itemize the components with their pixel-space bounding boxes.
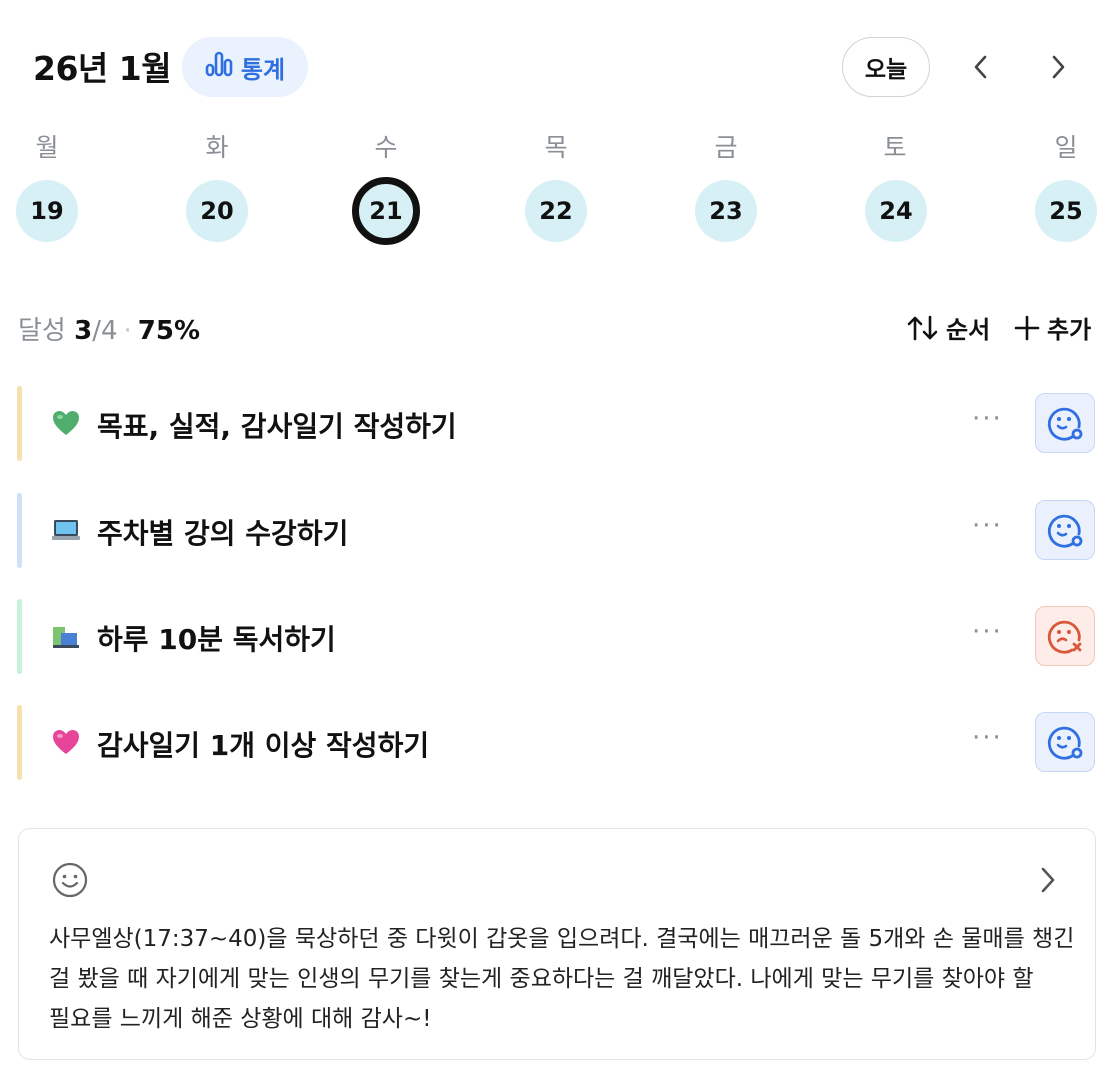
day-25[interactable]: 25 xyxy=(1035,180,1097,242)
more-options-icon[interactable]: ··· xyxy=(972,723,1003,753)
sad-x-icon xyxy=(1047,620,1082,654)
habit-label: 주차별 강의 수강하기 xyxy=(97,517,349,550)
dow-mon: 월 xyxy=(35,133,59,162)
laptop-icon xyxy=(52,520,80,540)
day-19[interactable]: 19 xyxy=(16,180,78,242)
day-24[interactable]: 24 xyxy=(865,180,927,242)
status-success-button[interactable] xyxy=(1035,393,1095,453)
more-options-icon[interactable]: ··· xyxy=(972,511,1003,541)
status-success-button[interactable] xyxy=(1035,500,1095,560)
dow-fri: 금 xyxy=(714,133,738,162)
more-options-icon[interactable]: ··· xyxy=(972,404,1003,434)
habit-label: 감사일기 1개 이상 작성하기 xyxy=(97,729,430,762)
habit-color-bar xyxy=(17,599,22,674)
day-20[interactable]: 20 xyxy=(186,180,248,242)
bar-chart-icon xyxy=(205,51,233,83)
habit-label: 하루 10분 독서하기 xyxy=(97,623,336,656)
smile-check-icon xyxy=(1047,514,1083,548)
dow-wed: 수 xyxy=(374,133,398,162)
stats-label: 통계 xyxy=(240,55,286,84)
page-title: 26년 1월 xyxy=(33,49,172,88)
prev-week-button[interactable] xyxy=(961,37,1001,97)
note-text: 사무엘상(17:37~40)을 묵상하던 중 다윗이 갑옷을 입으려다. 결국에… xyxy=(49,926,1075,1032)
plus-icon xyxy=(1014,315,1040,340)
summary-percent: 75% xyxy=(137,316,201,346)
summary-label: 달성 xyxy=(18,316,66,346)
smile-check-icon xyxy=(1047,726,1083,760)
books-icon xyxy=(53,627,79,648)
habit-label: 목표, 실적, 감사일기 작성하기 xyxy=(97,410,457,443)
day-21-selected[interactable]: 21 xyxy=(352,177,420,245)
chevron-right-icon xyxy=(1052,55,1065,79)
achievement-summary: 달성 3/4 · 75% xyxy=(18,310,200,347)
habit-row[interactable]: 주차별 강의 수강하기 ··· xyxy=(17,493,1097,568)
summary-separator: · xyxy=(123,316,132,346)
green-heart-icon xyxy=(53,411,79,435)
stats-button[interactable]: 통계 xyxy=(182,37,308,97)
today-button[interactable]: 오늘 xyxy=(842,37,930,97)
dow-thu: 목 xyxy=(544,133,568,162)
habit-row[interactable]: 목표, 실적, 감사일기 작성하기 ··· xyxy=(17,386,1097,461)
habit-row[interactable]: 하루 10분 독서하기 ··· xyxy=(17,599,1097,674)
summary-total: /4 xyxy=(92,316,118,346)
more-options-icon[interactable]: ··· xyxy=(972,617,1003,647)
chevron-left-icon xyxy=(974,55,987,79)
day-23[interactable]: 23 xyxy=(695,180,757,242)
next-week-button[interactable] xyxy=(1038,37,1078,97)
dow-sat: 토 xyxy=(883,133,907,162)
habit-color-bar xyxy=(17,386,22,461)
summary-done: 3 xyxy=(74,316,93,346)
pink-heart-icon xyxy=(53,730,79,754)
gratitude-note-card[interactable]: 사무엘상(17:37~40)을 묵상하던 중 다윗이 갑옷을 입으려다. 결국에… xyxy=(18,828,1096,1060)
habit-color-bar xyxy=(17,493,22,568)
chevron-right-icon[interactable] xyxy=(1039,865,1057,895)
smile-check-icon xyxy=(1047,407,1083,441)
status-success-button[interactable] xyxy=(1035,712,1095,772)
day-22[interactable]: 22 xyxy=(525,180,587,242)
dow-sun: 일 xyxy=(1054,133,1078,162)
dow-tue: 화 xyxy=(205,133,229,162)
sort-arrows-icon xyxy=(907,315,938,340)
habit-row[interactable]: 감사일기 1개 이상 작성하기 ··· xyxy=(17,705,1097,780)
habit-color-bar xyxy=(17,705,22,780)
status-fail-button[interactable] xyxy=(1035,606,1095,666)
sort-label: 순서 xyxy=(946,316,991,344)
add-button[interactable]: 추가 xyxy=(1013,310,1091,345)
smile-icon xyxy=(52,862,88,898)
sort-button[interactable]: 순서 xyxy=(906,310,990,345)
add-label: 추가 xyxy=(1047,316,1092,344)
